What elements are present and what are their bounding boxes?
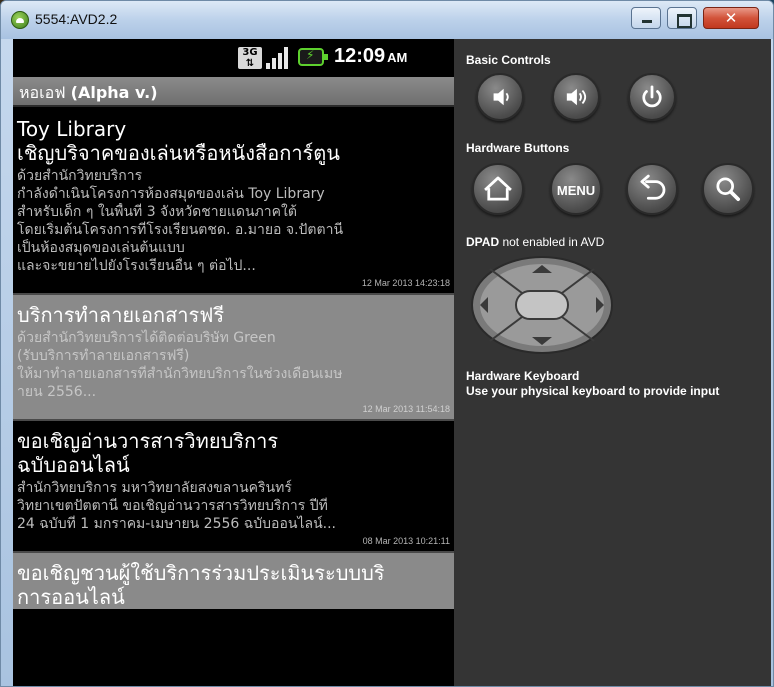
basic-controls-label: Basic Controls [466,53,551,67]
feed-item-date: 08 Mar 2013 10:21:11 [362,536,450,546]
menu-button-label: MENU [556,183,596,198]
back-button[interactable] [626,163,678,215]
feed-item-headline-line: บริการทำลายเอกสารฟรี [17,303,225,327]
feed-item-headline: ขอเชิญอ่านวารสารวิทยบริการ ฉบับออนไลน์ [17,429,450,477]
feed-item-body-line: สำนักวิทยบริการ มหาวิทยาลัยสงขลานครินทร์ [17,480,292,496]
home-button[interactable] [472,163,524,215]
dpad-center [515,290,569,320]
feed-item-body: สำนักวิทยบริการ มหาวิทยาลัยสงขลานครินทร์… [17,479,450,533]
feed-item-headline-line: ขอเชิญอ่านวารสารวิทยบริการ [17,429,279,453]
close-button[interactable]: ✕ [703,7,759,29]
feed-item[interactable]: ขอเชิญชวนผู้ใช้บริการร่วมประเมินระบบบริก… [13,553,454,609]
window-title: 5554:AVD2.2 [35,11,118,27]
feed-item-headline-line: Toy Library [17,117,127,141]
power-button[interactable] [628,73,676,121]
feed-item-body-line: (รับบริการทำลายเอกสารฟรี) [17,348,190,364]
feed-item[interactable]: บริการทำลายเอกสารฟรี ด้วยสำนักวิทยบริการไ… [13,295,454,419]
emulator-window: 5554:AVD2.2 ✕ 3G⇅ 12:09AM หอเอฟ (Alpha v… [0,0,774,687]
home-icon [484,176,512,201]
feed-item-headline-line: ฉบับออนไลน์ [17,453,130,477]
back-arrow-icon [640,174,666,200]
power-icon [642,85,662,108]
app-title: หอเอฟ (Alpha v.) [19,83,158,102]
network-3g-icon: 3G ⇅ [238,47,262,69]
feed-item-body: ด้วยสำนักวิทยบริการได้ติดต่อบริษัท Green… [17,329,450,401]
feed-item-body-line: กำลังดำเนินโครงการห้องสมุดของเล่น Toy Li… [17,186,325,202]
feed-item-headline: บริการทำลายเอกสารฟรี [17,303,450,327]
news-feed-list[interactable]: Toy Library เชิญบริจาคของเล่นหรือหนังสือก… [13,109,454,609]
feed-item-body-line: และจะขยายไปยังโรงเรียนอื่น ๆ ต่อไป... [17,258,256,274]
feed-item-headline-line: ขอเชิญชวนผู้ใช้บริการร่วมประเมินระบบบริ [17,561,385,585]
feed-item-date: 12 Mar 2013 11:54:18 [362,404,450,414]
feed-item[interactable]: ขอเชิญอ่านวารสารวิทยบริการ ฉบับออนไลน์ สำน… [13,421,454,551]
search-button[interactable] [702,163,754,215]
volume-up-button[interactable] [552,73,600,121]
dpad [470,255,614,355]
maximize-button[interactable] [667,7,697,29]
feed-item-date: 12 Mar 2013 14:23:18 [361,278,450,288]
hardware-keyboard-title: Hardware Keyboard [466,369,580,383]
close-icon: ✕ [724,9,738,27]
volume-down-icon [493,88,509,106]
minimize-button[interactable] [631,7,661,29]
app-title-bar: หอเอฟ (Alpha v.) [13,77,454,107]
status-bar: 3G⇅ 12:09AM [13,39,454,77]
title-bar[interactable]: 5554:AVD2.2 ✕ [1,1,773,39]
feed-item-headline-line: เชิญบริจาคของเล่นหรือหนังสือการ์ตูน [17,141,340,165]
feed-item-body-line: เป็นห้องสมุดของเล่นต้นแบบ [17,240,185,256]
feed-item-headline: ขอเชิญชวนผู้ใช้บริการร่วมประเมินระบบบริก… [17,561,450,609]
feed-item-body-line: ายน 2556... [17,384,97,400]
hardware-buttons-label: Hardware Buttons [466,141,570,155]
search-icon [716,177,740,201]
android-app-icon [11,11,29,29]
clock: 12:09 AM [334,45,408,67]
emulator-controls-panel: Basic Controls Hardware Buttons MENU DPA… [454,39,771,686]
feed-item-body-line: โดยเริ่มต้นโครงการที่โรงเรียนตชด. อ.มายอ… [17,222,344,238]
feed-item-body-line: วิทยาเขตปัตตานี ขอเชิญอ่านวารสารวิทยบริก… [17,498,328,514]
feed-item-headline-line: การออนไลน์ [17,585,125,609]
feed-item-body-line: 24 ฉบับที่ 1 มกราคม-เมษายน 2556 ฉบับออนไ… [17,516,336,532]
dpad-graphic [471,256,613,354]
emulator-client-area: 3G⇅ 12:09AM หอเอฟ (Alpha v.) Toy Library… [13,39,771,686]
battery-charging-icon [298,48,328,66]
feed-item-body-line: ด้วยสำนักวิทยบริการได้ติดต่อบริษัท Green [17,330,276,346]
menu-button[interactable]: MENU [550,163,602,215]
dpad-status-label: DPAD not enabled in AVD [466,235,605,249]
feed-item-headline: Toy Library เชิญบริจาคของเล่นหรือหนังสือก… [17,117,450,165]
volume-up-icon [566,88,587,106]
feed-item[interactable]: Toy Library เชิญบริจาคของเล่นหรือหนังสือก… [13,109,454,293]
volume-down-button[interactable] [476,73,524,121]
feed-item-body-line: สำหรับเด็ก ๆ ในพื้นที่ 3 จังหวัดชายแดนภา… [17,204,297,220]
hardware-keyboard-hint: Use your physical keyboard to provide in… [466,384,720,398]
feed-item-body: ด้วยสำนักวิทยบริการกำลังดำเนินโครงการห้อ… [17,167,450,275]
feed-item-body-line: ด้วยสำนักวิทยบริการ [17,168,143,184]
device-screen[interactable]: 3G⇅ 12:09AM หอเอฟ (Alpha v.) Toy Library… [13,39,454,686]
feed-item-body-line: ให้มาทำลายเอกสารที่สำนักวิทยบริการในช่วง… [17,366,343,382]
signal-strength-icon [266,47,290,69]
